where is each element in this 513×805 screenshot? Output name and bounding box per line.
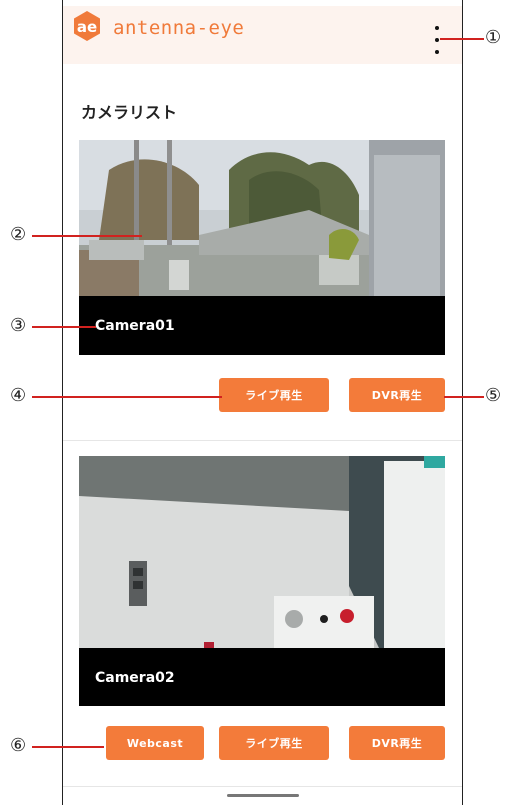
camera-name-caption: Camera02: [79, 648, 445, 706]
app-name: antenna-eye: [113, 17, 245, 39]
callout-line: [440, 38, 484, 40]
more-vertical-icon[interactable]: [432, 26, 442, 54]
callout-line: [32, 396, 222, 398]
callout-line: [32, 235, 142, 237]
live-play-button[interactable]: ライブ再生: [219, 726, 329, 760]
camera-thumbnail[interactable]: [79, 456, 445, 648]
live-play-button[interactable]: ライブ再生: [219, 378, 329, 412]
phone-screen: ae antenna-eye カメラリスト Camera01 ライブ再生 DVR…: [62, 0, 463, 805]
dvr-play-button[interactable]: DVR再生: [349, 378, 445, 412]
camera-thumbnail[interactable]: [79, 140, 445, 296]
callout-number: ④: [10, 385, 27, 406]
callout-line: [444, 396, 484, 398]
camera-card: Camera02 Webcast ライブ再生 DVR再生: [79, 456, 445, 760]
camera-card: Camera01 ライブ再生 DVR再生: [79, 140, 445, 430]
callout-number: ⑥: [10, 735, 27, 756]
dvr-play-button[interactable]: DVR再生: [349, 726, 445, 760]
callout-number: ⑤: [485, 385, 502, 406]
callout-line: [32, 326, 96, 328]
callout-number: ③: [10, 315, 27, 336]
webcast-button[interactable]: Webcast: [106, 726, 204, 760]
camera-name: Camera01: [95, 318, 175, 334]
camera-name: Camera02: [95, 670, 175, 686]
camera-name-caption: Camera01: [79, 296, 445, 355]
page-title: カメラリスト: [81, 103, 178, 122]
home-indicator: [227, 794, 299, 797]
svg-text:ae: ae: [77, 18, 97, 36]
callout-line: [32, 746, 104, 748]
callout-number: ②: [10, 224, 27, 245]
card-divider: [63, 786, 462, 787]
app-bar: ae antenna-eye: [63, 6, 462, 64]
antenna-eye-logo-icon: ae: [74, 11, 100, 41]
callout-number: ①: [485, 27, 502, 48]
card-divider: [63, 440, 462, 441]
